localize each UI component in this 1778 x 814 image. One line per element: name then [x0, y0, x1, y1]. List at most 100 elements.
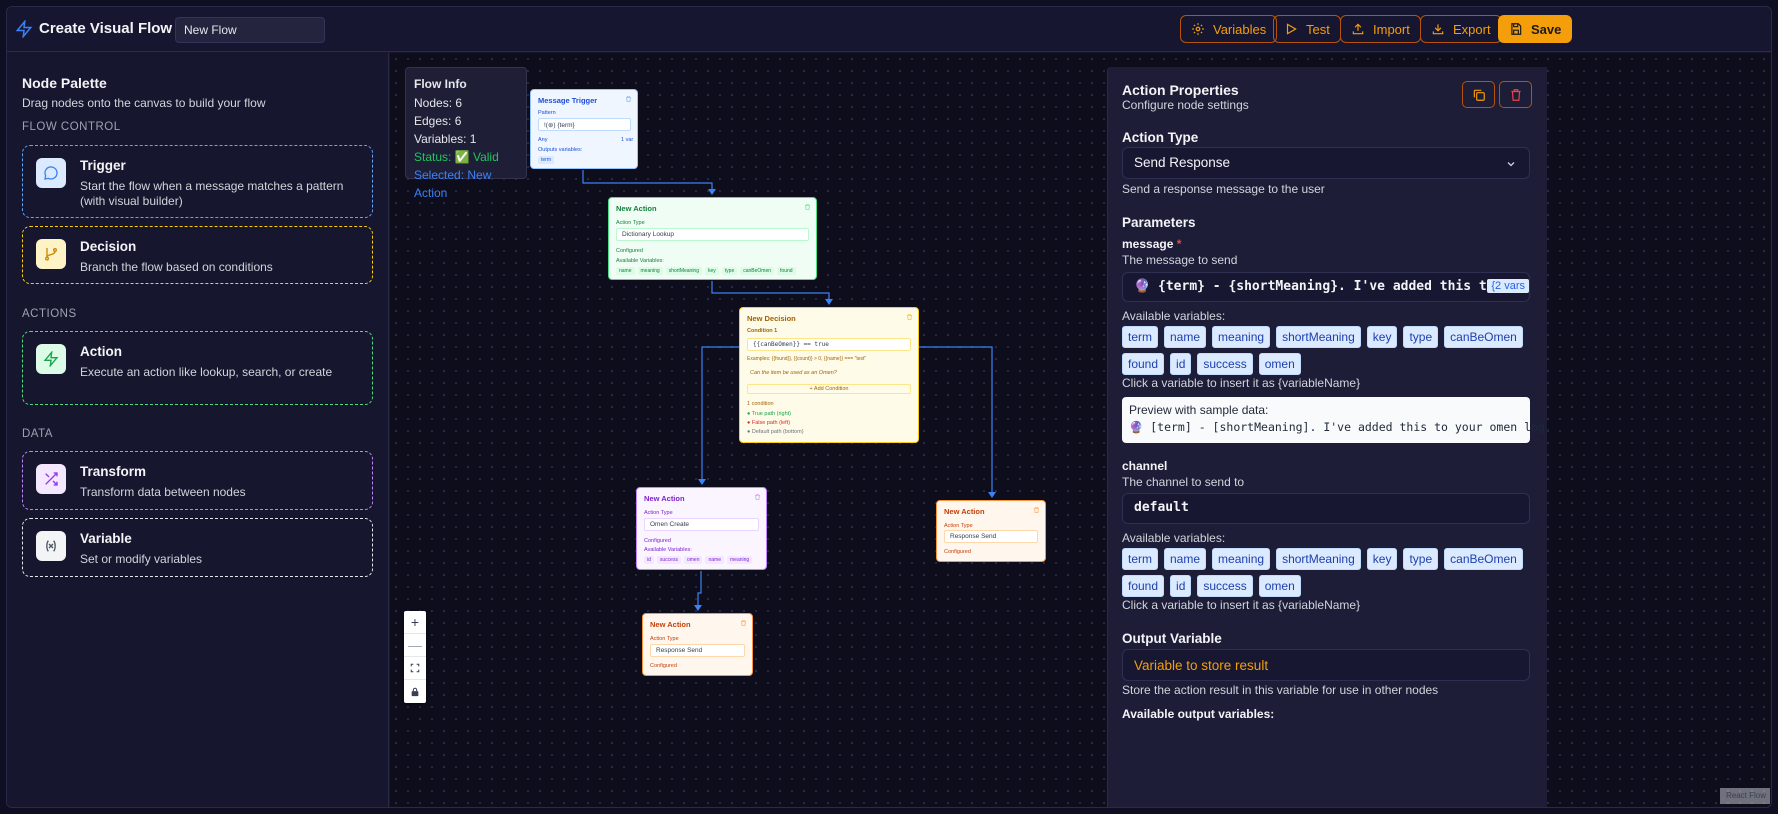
- variable-chip[interactable]: meaning: [1212, 548, 1271, 570]
- delete-button[interactable]: [1499, 81, 1532, 108]
- var-chip[interactable]: success: [656, 556, 681, 564]
- var-chip[interactable]: key: [705, 267, 719, 275]
- trash-icon[interactable]: [754, 493, 761, 501]
- var-chip[interactable]: shortMeaning: [665, 267, 702, 275]
- zoom-out-button[interactable]: —: [404, 634, 426, 657]
- var-chip[interactable]: canBeOmen: [740, 267, 775, 275]
- var-chips: name meaning shortMeaning key type canBe…: [616, 267, 796, 275]
- variable-chip[interactable]: shortMeaning: [1276, 326, 1361, 348]
- test-button[interactable]: Test: [1273, 15, 1341, 43]
- action-type-field[interactable]: Omen Create: [644, 518, 759, 531]
- import-button[interactable]: Import: [1340, 15, 1421, 43]
- var-chip[interactable]: meaning: [727, 556, 753, 564]
- var-chip[interactable]: type: [721, 267, 738, 275]
- variable-chip[interactable]: found: [1122, 575, 1165, 597]
- palette-item-variable[interactable]: Variable Set or modify variables: [22, 518, 373, 577]
- variable-chip[interactable]: key: [1366, 548, 1398, 570]
- var-chip[interactable]: name: [616, 267, 635, 275]
- trash-icon[interactable]: [804, 203, 811, 211]
- variables-button[interactable]: Variables: [1180, 15, 1278, 43]
- export-button[interactable]: Export: [1420, 15, 1502, 43]
- variable-chip[interactable]: term: [1122, 326, 1158, 348]
- palette-item-transform[interactable]: Transform Transform data between nodes: [22, 451, 373, 510]
- variable-chip[interactable]: type: [1403, 548, 1439, 570]
- palette-item-action[interactable]: Action Execute an action like lookup, se…: [22, 331, 373, 405]
- node-message-trigger[interactable]: Message Trigger Pattern !(⊛) {term} Any …: [530, 89, 638, 169]
- parameters-label: Parameters: [1122, 215, 1196, 230]
- palette-item-trigger[interactable]: Trigger Start the flow when a message ma…: [22, 145, 373, 218]
- node-title: New Action: [644, 494, 685, 503]
- variable-chip[interactable]: canBeOmen: [1444, 548, 1523, 570]
- false-path: ● False path (left): [747, 420, 791, 426]
- flow-name-input[interactable]: [175, 17, 325, 43]
- click-variable-help: Click a variable to insert it as {variab…: [1122, 598, 1361, 612]
- palette-item-name: Variable: [80, 531, 132, 546]
- var-chip[interactable]: id: [644, 556, 654, 564]
- variable-chip[interactable]: name: [1164, 548, 1207, 570]
- lock-button[interactable]: [404, 680, 426, 703]
- zap-icon: [36, 344, 66, 374]
- message-input[interactable]: 🔮 {term} - {shortMeaning}. I've added th…: [1122, 272, 1530, 302]
- variable-chip[interactable]: canBeOmen: [1444, 326, 1523, 348]
- output-variable-help: Store the action result in this variable…: [1122, 683, 1439, 697]
- edge-decision-action2: [701, 346, 739, 483]
- variable-chip[interactable]: success: [1197, 575, 1253, 597]
- variable-chip[interactable]: meaning: [1212, 326, 1271, 348]
- edge-action2-action3: [697, 571, 702, 609]
- lock-icon: [411, 687, 419, 696]
- true-path: ● True path (right): [747, 411, 791, 417]
- available-variables-label: Available variables:: [1122, 531, 1226, 545]
- variables-button-label: Variables: [1213, 21, 1267, 37]
- variable-chip[interactable]: success: [1197, 353, 1253, 375]
- variable-chip[interactable]: id: [1170, 575, 1192, 597]
- message-variable-chips: term name meaning shortMeaning key type …: [1122, 326, 1532, 375]
- add-condition-button[interactable]: + Add Condition: [747, 384, 911, 394]
- node-action-dictionary-lookup[interactable]: New Action Action Type Dictionary Lookup…: [608, 197, 817, 280]
- action-type-field[interactable]: Response Send: [650, 644, 745, 657]
- attribution[interactable]: React Flow: [1720, 788, 1770, 804]
- trash-icon[interactable]: [1033, 506, 1040, 514]
- message-label: message *: [1122, 237, 1181, 251]
- variable-chip[interactable]: omen: [1258, 353, 1301, 375]
- flow-canvas[interactable]: Flow Info Nodes: 6 Edges: 6 Variables: 1…: [390, 53, 1771, 807]
- var-chip[interactable]: name: [705, 556, 724, 564]
- match-any: Any: [538, 137, 548, 143]
- action-type-select[interactable]: Send Response: [1122, 147, 1530, 179]
- var-chip[interactable]: term: [538, 156, 554, 164]
- variable-chip[interactable]: term: [1122, 548, 1158, 570]
- zoom-in-button[interactable]: +: [404, 611, 426, 634]
- variable-chip[interactable]: id: [1170, 353, 1192, 375]
- upload-icon: [1352, 23, 1364, 35]
- output-variable-input[interactable]: [1122, 649, 1530, 681]
- var-chip[interactable]: found: [777, 267, 796, 275]
- header: Create Visual Flow Variables Test Import…: [7, 7, 1771, 52]
- git-branch-icon: [36, 239, 66, 269]
- variable-chip[interactable]: name: [1164, 326, 1207, 348]
- node-action-omen-create[interactable]: New Action Action Type Omen Create Confi…: [636, 487, 767, 570]
- duplicate-button[interactable]: [1462, 81, 1495, 108]
- pattern-field[interactable]: !(⊛) {term}: [538, 118, 631, 131]
- node-status: Configured: [650, 663, 677, 669]
- var-chip[interactable]: meaning: [637, 267, 663, 275]
- variable-chip[interactable]: found: [1122, 353, 1165, 375]
- trash-icon[interactable]: [740, 619, 747, 627]
- palette-item-decision[interactable]: Decision Branch the flow based on condit…: [22, 226, 373, 284]
- node-action-response-send-right[interactable]: New Action Action Type Response Send Con…: [936, 500, 1046, 562]
- variable-chip[interactable]: omen: [1258, 575, 1301, 597]
- node-action-response-send-bottom[interactable]: New Action Action Type Response Send Con…: [642, 613, 753, 676]
- node-decision[interactable]: New Decision Condition 1 {{canBeOmen}} =…: [739, 307, 919, 443]
- var-chip[interactable]: omen: [683, 556, 703, 564]
- action-type-field[interactable]: Response Send: [944, 530, 1038, 543]
- save-button[interactable]: Save: [1498, 15, 1573, 43]
- variable-chip[interactable]: type: [1403, 326, 1439, 348]
- var-chips: id success omen name meaning: [644, 556, 753, 564]
- trash-icon[interactable]: [625, 95, 632, 103]
- trash-icon[interactable]: [906, 313, 913, 321]
- variable-chip[interactable]: shortMeaning: [1276, 548, 1361, 570]
- variable-chip[interactable]: key: [1366, 326, 1398, 348]
- condition-field[interactable]: {{canBeOmen}} == true: [747, 338, 911, 351]
- channel-input[interactable]: default: [1122, 493, 1530, 524]
- vars-label: Available Variables:: [644, 547, 692, 553]
- action-type-field[interactable]: Dictionary Lookup: [616, 228, 809, 241]
- fit-view-button[interactable]: [404, 657, 426, 680]
